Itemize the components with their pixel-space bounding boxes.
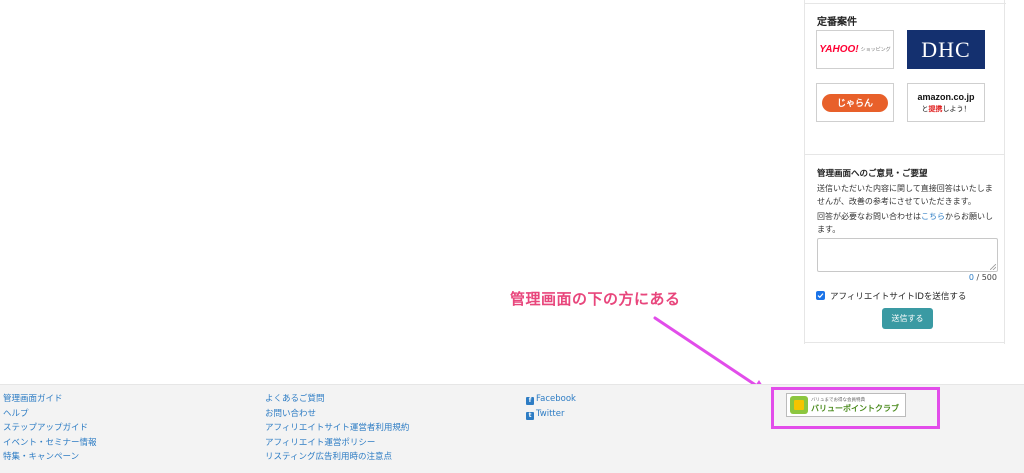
facebook-icon: f <box>526 397 534 405</box>
footer-link[interactable]: よくあるご質問 <box>265 392 409 407</box>
footer-link[interactable]: お問い合わせ <box>265 407 409 422</box>
footer-link[interactable]: ステップアップガイド <box>3 421 97 436</box>
facebook-link[interactable]: f Facebook <box>526 392 576 407</box>
banner-main-text: バリューポイントクラブ <box>811 403 899 413</box>
footer-link[interactable]: イベント・セミナー情報 <box>3 436 97 451</box>
footer-link[interactable]: 管理画面ガイド <box>3 392 97 407</box>
footer-link[interactable]: 特集・キャンペーン <box>3 450 97 465</box>
footer-link[interactable]: アフィリエイト運営ポリシー <box>265 436 409 451</box>
twitter-link[interactable]: t Twitter <box>526 407 576 422</box>
footer-link[interactable]: ヘルプ <box>3 407 97 422</box>
footer-column-guide: 管理画面ガイド ヘルプ ステップアップガイド イベント・セミナー情報 特集・キャ… <box>3 392 97 465</box>
footer-column-support: よくあるご質問 お問い合わせ アフィリエイトサイト運営者利用規約 アフィリエイト… <box>265 392 409 465</box>
footer-column-social: f Facebook t Twitter <box>526 392 576 421</box>
footer-link[interactable]: アフィリエイトサイト運営者利用規約 <box>265 421 409 436</box>
footer-link[interactable]: リスティング広告利用時の注意点 <box>265 450 409 465</box>
twitter-icon: t <box>526 411 534 420</box>
value-point-club-banner[interactable]: バリュまでお得な会員特典 バリューポイントクラブ <box>786 393 906 417</box>
page: 定番案件 YAHOO! ショッピング DHC じゃらん amazon.co.jp… <box>0 0 1024 473</box>
banner-text: バリュまでお得な会員特典 バリューポイントクラブ <box>811 397 899 414</box>
gift-icon <box>790 396 808 414</box>
